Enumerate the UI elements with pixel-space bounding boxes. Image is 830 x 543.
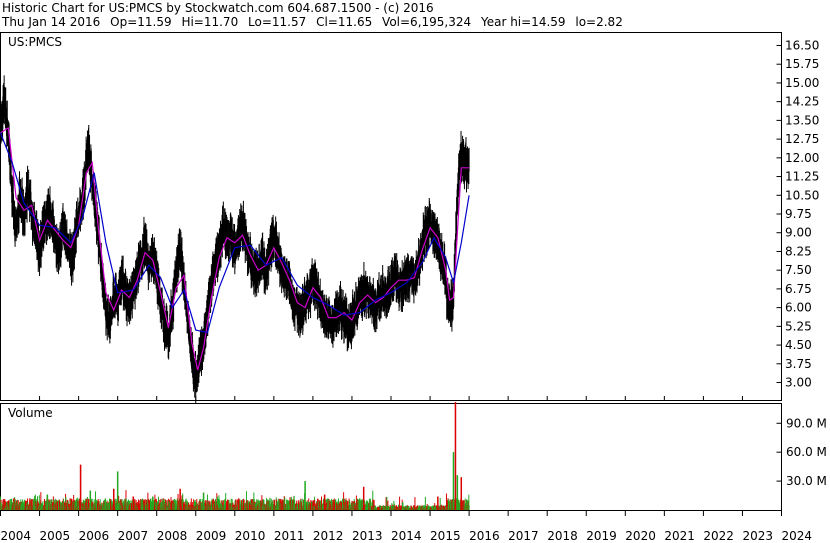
price-tick-label: 9.00 [785, 226, 812, 240]
price-tick-label: 11.25 [785, 170, 819, 184]
price-tick-label: 13.50 [785, 113, 819, 127]
x-tick-label: 2017 [508, 529, 539, 543]
price-tick-label: 15.75 [785, 57, 819, 71]
x-tick-label: 2008 [157, 529, 188, 543]
price-tick-label: 12.75 [785, 132, 819, 146]
x-tick-label: 2010 [235, 529, 266, 543]
x-tick-label: 2023 [742, 529, 773, 543]
price-tick-label: 8.25 [785, 244, 812, 258]
price-tick-label: 4.50 [785, 338, 812, 352]
x-tick-label: 2004 [1, 529, 32, 543]
price-tick-label: 7.50 [785, 263, 812, 277]
x-tick-label: 2019 [586, 529, 617, 543]
x-tick-label: 2005 [40, 529, 71, 543]
price-tick-label: 3.75 [785, 357, 812, 371]
volume-panel-title: Volume [8, 406, 53, 420]
x-tick-label: 2015 [430, 529, 461, 543]
x-tick-label: 2021 [664, 529, 695, 543]
price-tick-label: 5.25 [785, 319, 812, 333]
price-tick-label: 16.50 [785, 38, 819, 52]
price-tick-label: 15.00 [785, 76, 819, 90]
price-panel-title: US:PMCS [8, 35, 62, 49]
price-panel-frame [0, 32, 782, 401]
price-tick-label: 12.00 [785, 151, 819, 165]
price-tick-label: 9.75 [785, 207, 812, 221]
volume-y-axis: 90.0 M 60.0 M 30.0 M [786, 416, 827, 488]
price-tick-label: 3.00 [785, 376, 812, 390]
x-tick-label: 2014 [391, 529, 422, 543]
x-tick-label: 2012 [313, 529, 344, 543]
x-tick-label: 2009 [196, 529, 227, 543]
x-tick-label: 2007 [118, 529, 149, 543]
x-tick-label: 2024 [782, 529, 813, 543]
price-tick-label: 14.25 [785, 95, 819, 109]
x-tick-label: 2018 [547, 529, 578, 543]
price-tick-label: 10.50 [785, 188, 819, 202]
price-tick-label: 6.00 [785, 301, 812, 315]
price-tick-label: 6.75 [785, 282, 812, 296]
x-tick-label: 2020 [625, 529, 656, 543]
volume-tick-label: 30.0 M [786, 474, 827, 488]
x-tick-label: 2013 [352, 529, 383, 543]
price-y-axis: 16.50 15.75 15.00 14.25 13.50 12.75 12.00 11.25… [785, 38, 819, 389]
x-tick-label: 2022 [703, 529, 734, 543]
stock-chart: US:PMCS 16.50 15.75 15.00 14.25 13.50 12.75 12… [0, 32, 827, 543]
x-tick-label: 2011 [274, 529, 305, 543]
volume-tick-label: 90.0 M [786, 416, 827, 430]
volume-tick-label: 60.0 M [786, 445, 827, 459]
x-tick-label: 2016 [469, 529, 500, 543]
x-tick-label: 2006 [79, 529, 110, 543]
